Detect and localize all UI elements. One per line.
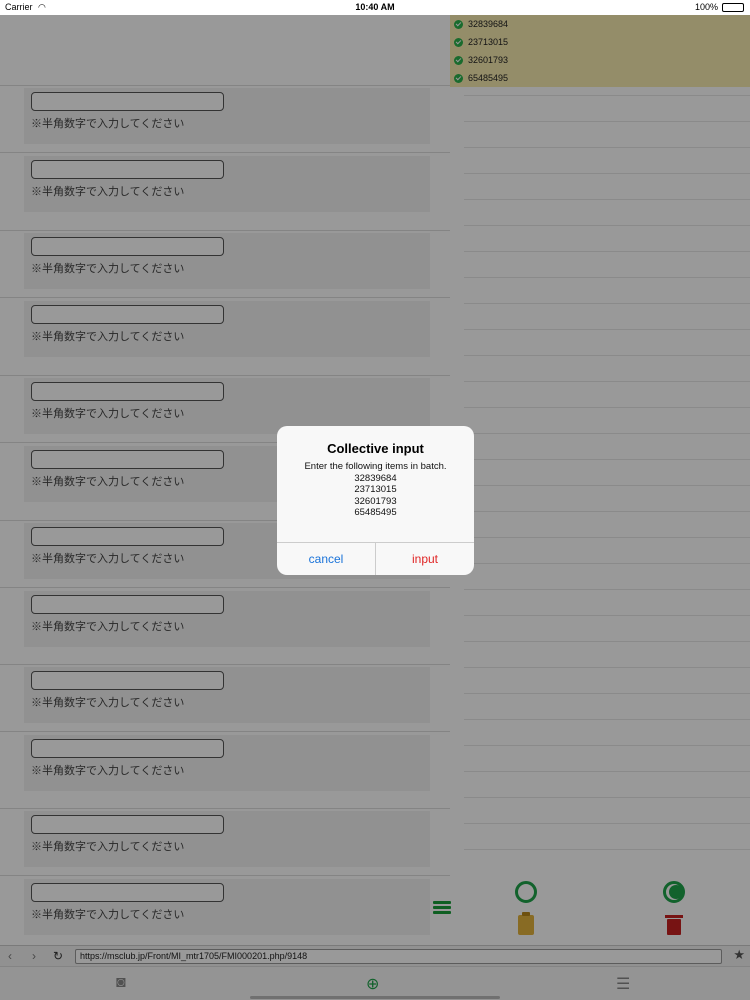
battery-icon [722, 3, 744, 12]
cancel-button[interactable]: cancel [277, 543, 376, 575]
dialog-title: Collective input [327, 441, 424, 456]
dialog-item: 65485495 [354, 507, 397, 518]
battery-percent: 100% [694, 2, 718, 12]
dialog-message: Enter the following items in batch. 3283… [277, 461, 474, 519]
status-bar: Carrier ◠ 10:40 AM 100% [0, 0, 750, 15]
dialog-buttons: cancel input [277, 542, 474, 575]
status-time: 10:40 AM [355, 2, 395, 12]
dialog-item: 32601793 [354, 495, 397, 507]
input-button[interactable]: input [376, 543, 474, 575]
dialog-item: 23713015 [354, 484, 397, 495]
dialog-message-text: Enter the following items in batch. [304, 461, 447, 472]
dialog-item: 32839684 [354, 472, 397, 484]
collective-input-dialog: Collective input Enter the following ite… [277, 426, 474, 575]
